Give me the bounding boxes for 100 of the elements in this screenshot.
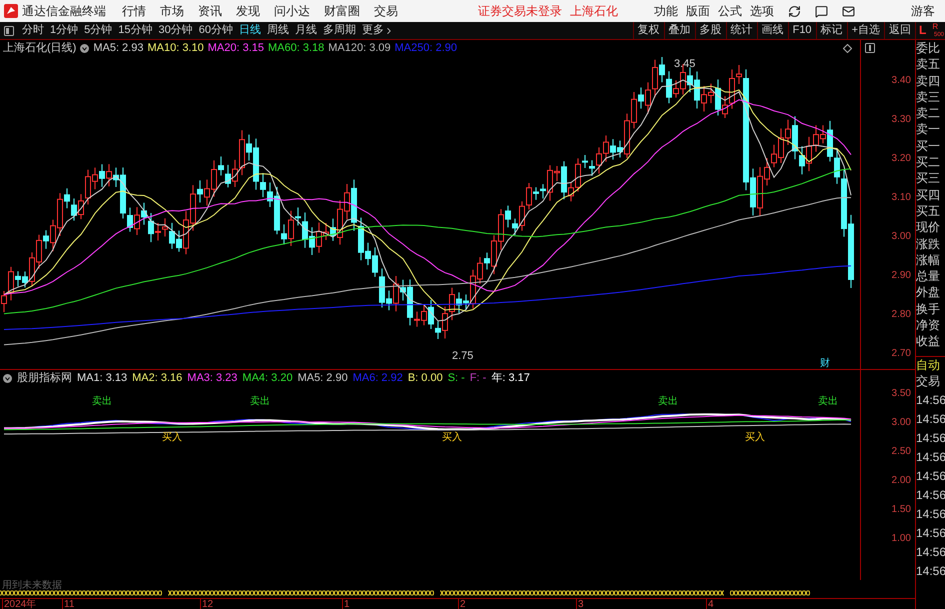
ma-value: MA60: 3.18: [268, 40, 324, 56]
menu-item[interactable]: 财富圈: [324, 2, 360, 20]
indicator-title: 股朋指标网: [17, 370, 72, 386]
app-title: 通达信金融终端: [22, 3, 107, 20]
toolbar-button[interactable]: 多股: [694, 22, 726, 39]
toolbar-button[interactable]: 叠加: [664, 22, 695, 39]
menu-item[interactable]: 资讯: [198, 2, 222, 20]
period-tab[interactable]: 1分钟: [50, 22, 78, 39]
axis-label: 3.50: [892, 387, 911, 401]
toolbar-button[interactable]: 统计: [726, 22, 757, 39]
axis-label: 3.30: [892, 113, 911, 127]
ma-value: MA250: 2.90: [394, 40, 458, 56]
period-tab[interactable]: 多周期: [323, 22, 356, 39]
quote-field-label: 买五: [916, 202, 941, 220]
badge-left-letter: L: [919, 22, 926, 38]
quote-field-label: 涨跌: [916, 236, 941, 252]
period-tab[interactable]: 15分钟: [118, 22, 152, 39]
auto-label: 自动: [916, 356, 945, 373]
axis-label: 3.00: [892, 230, 911, 244]
ma-value: MA10: 3.10: [147, 40, 204, 56]
period-tab[interactable]: 更多: [362, 22, 394, 39]
quote-field-label: 外盘: [916, 284, 941, 301]
time-label: 4: [706, 599, 714, 609]
menu-item[interactable]: 行情: [122, 2, 146, 20]
quote-field-label: 卖四: [916, 72, 941, 89]
diamond-icon[interactable]: [843, 44, 852, 52]
trade-signal: 买入: [745, 430, 765, 445]
period-tab[interactable]: 分时: [22, 22, 44, 39]
quote-field-label: 买四: [916, 186, 941, 203]
indicator-value: MA4: 3.20: [242, 370, 293, 386]
toolbar-button[interactable]: 画线: [756, 22, 788, 39]
period-tab[interactable]: 60分钟: [198, 22, 233, 39]
low-price-label: 2.75: [452, 349, 474, 364]
toolbar-button[interactable]: F10: [788, 22, 816, 39]
quote-field-label: 委比: [916, 40, 941, 56]
quote-field-label: 总量: [916, 268, 941, 284]
app-logo-icon: [4, 4, 18, 18]
axis-label: 2.50: [892, 445, 911, 459]
time-label: 11: [62, 599, 74, 609]
quote-field-label: 收益: [916, 333, 941, 350]
trade-signal: 买入: [162, 430, 182, 445]
refresh-icon[interactable]: [788, 4, 801, 18]
axis-label: 3.20: [892, 152, 911, 166]
trade-signal: 卖出: [250, 394, 270, 409]
period-tab[interactable]: 30分钟: [158, 22, 193, 39]
time-label: 2: [458, 599, 466, 609]
quote-field-label: 现价: [916, 219, 941, 236]
message-icon[interactable]: [815, 4, 828, 18]
toolbar-button[interactable]: 标记: [816, 22, 847, 39]
period-tab[interactable]: 周线: [267, 22, 289, 39]
menu-item[interactable]: 公式: [718, 2, 742, 20]
trade-signal: 卖出: [658, 394, 678, 409]
panel-toggle-icon[interactable]: [4, 26, 14, 36]
menu-item[interactable]: 问小达: [274, 2, 310, 20]
quote-field-label: 净资: [916, 317, 941, 334]
square-icon[interactable]: [865, 43, 875, 53]
period-tab[interactable]: 日线: [239, 22, 261, 39]
quote-field-label: 涨幅: [916, 252, 941, 268]
time-label: 12: [200, 599, 214, 609]
quote-field-label: 换手: [916, 300, 941, 318]
menu-item[interactable]: 市场: [160, 2, 184, 20]
quote-field-label: 卖二: [916, 105, 941, 122]
toolbar-button[interactable]: 返回: [884, 22, 915, 39]
trade-signal: 卖出: [818, 394, 838, 409]
indicator-value: MA2: 3.16: [132, 370, 182, 386]
axis-label: 1.00: [892, 532, 911, 546]
menu-item[interactable]: 功能: [654, 2, 678, 20]
axis-label: 3.40: [892, 74, 911, 88]
toolbar-button[interactable]: 复权: [632, 22, 664, 39]
menu-item[interactable]: 版面: [686, 2, 710, 20]
event-marker: 财: [820, 356, 830, 371]
dropdown-icon[interactable]: [80, 44, 90, 52]
indicator-value: B: 0.00: [408, 370, 443, 386]
user-label[interactable]: 游客: [911, 2, 935, 20]
menu-item[interactable]: 发现: [236, 2, 260, 20]
indicator-value: MA6: 2.92: [352, 370, 403, 386]
quote-field-label: 买一: [916, 138, 941, 154]
menu-item[interactable]: 交易: [374, 2, 398, 20]
indicator-value: S: -: [448, 370, 465, 386]
ma-value: MA120: 3.09: [328, 40, 391, 56]
login-notice: 证券交易未登录: [478, 3, 562, 20]
time-label: 2024年: [2, 599, 36, 609]
axis-label: 2.70: [892, 347, 911, 361]
future-data-note: 用到未来数据: [2, 578, 62, 593]
trade-signal: 买入: [442, 430, 462, 445]
indicator-value: MA5: 2.90: [298, 370, 348, 386]
indicator-value: MA1: 3.13: [77, 370, 128, 386]
high-price-label: 3.45: [674, 57, 696, 72]
axis-label: 2.90: [892, 269, 911, 283]
chart-title: 上海石化(日线): [3, 40, 76, 56]
dropdown-icon[interactable]: [3, 374, 12, 382]
menu-item[interactable]: 选项: [750, 2, 774, 20]
toolbar-button[interactable]: +自选: [846, 22, 884, 39]
ma-value: MA20: 3.15: [208, 40, 264, 56]
period-tab[interactable]: 5分钟: [84, 22, 112, 39]
quote-field-label: 买二: [916, 154, 941, 170]
axis-label: 2.80: [892, 308, 911, 322]
indicator-value: 年: 3.17: [491, 370, 530, 386]
period-tab[interactable]: 月线: [295, 22, 317, 39]
mail-icon[interactable]: [842, 4, 855, 18]
